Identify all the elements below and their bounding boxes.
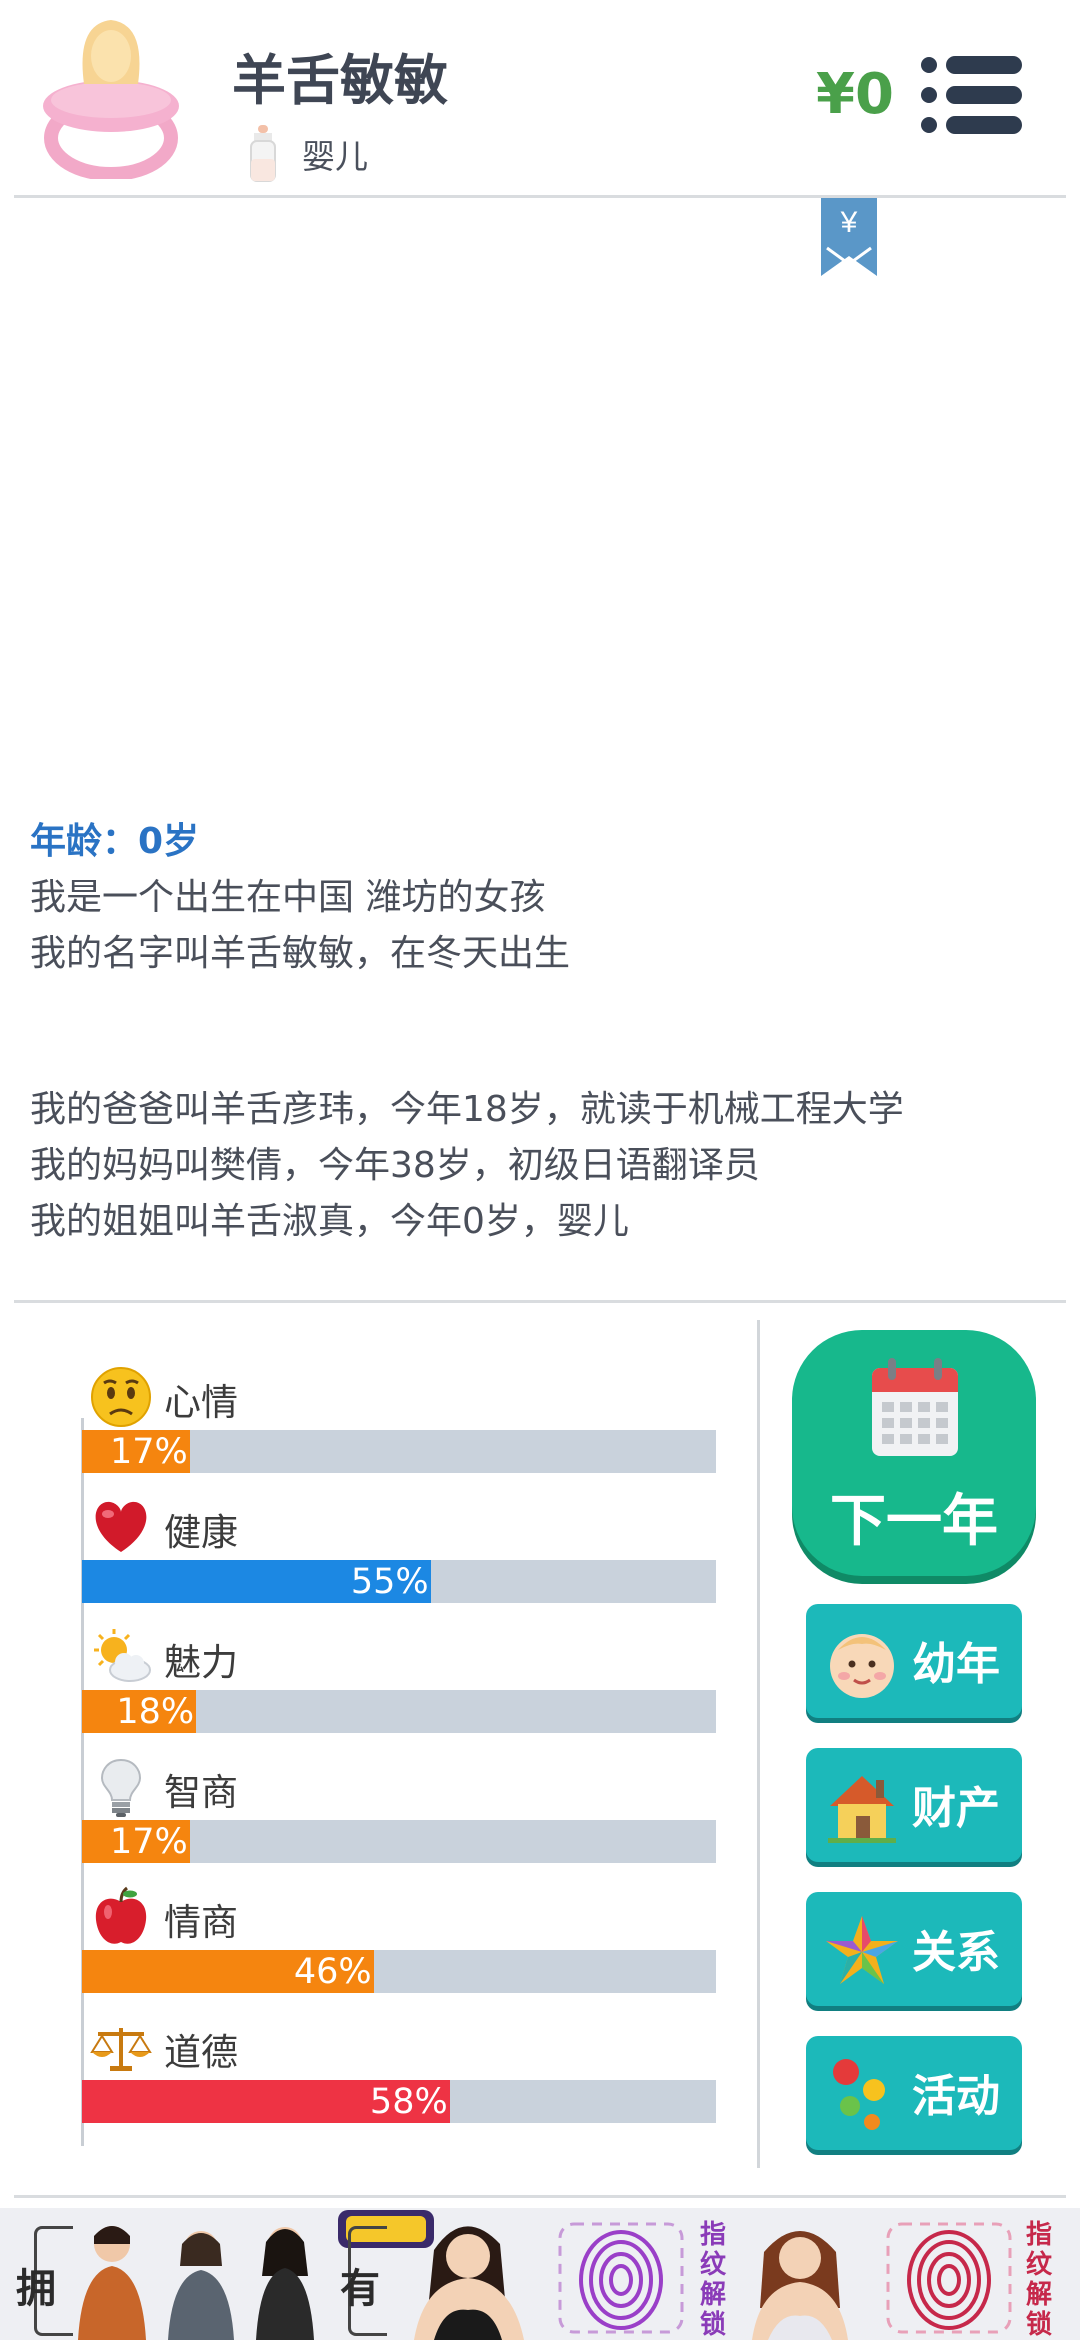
fingerprint-icon xyxy=(558,2222,684,2334)
money-bookmark-icon[interactable]: ¥ xyxy=(821,198,877,276)
sun-cloud-icon xyxy=(94,1629,151,1682)
stat-label: 道德 xyxy=(164,2031,238,2074)
stat-eq: 情商 46% xyxy=(82,1886,716,2016)
story-line: 我的名字叫羊舌敏敏，在冬天出生 xyxy=(30,933,571,974)
ribbon-symbol: ¥ xyxy=(840,206,858,239)
life-stage: 婴儿 xyxy=(246,124,368,184)
apple-icon xyxy=(95,1886,147,1944)
lightbulb-icon xyxy=(100,1758,142,1817)
ad-char-1: 拥 xyxy=(16,2266,56,2312)
stat-bar-fill: 58% xyxy=(82,2080,450,2123)
activities-label: 活动 xyxy=(912,2071,1000,2122)
scales-icon xyxy=(90,2028,152,2071)
next-year-button[interactable]: 下一年 xyxy=(792,1330,1036,1576)
life-stage-label: 婴儿 xyxy=(302,137,368,176)
ad-char-2: 有 xyxy=(340,2266,380,2312)
stat-percent: 58% xyxy=(369,2082,448,2122)
ad-figure-1 xyxy=(78,2226,146,2340)
ad-figure-2 xyxy=(168,2231,234,2340)
activities-button[interactable]: 活动 xyxy=(806,2036,1022,2150)
star-icon xyxy=(826,1916,898,1984)
stat-bar-track: 17% xyxy=(82,1430,716,1473)
stat-bar-fill: 55% xyxy=(82,1560,431,1603)
ad-figure-3 xyxy=(256,2227,314,2340)
dots-activity-icon xyxy=(833,2059,885,2130)
footer-divider xyxy=(14,2195,1066,2198)
stat-mood: 心情 17% xyxy=(82,1366,716,1496)
fingerprint-icon xyxy=(886,2222,1012,2334)
story-line: 我的爸爸叫羊舌彦玮，今年18岁，就读于机械工程大学 xyxy=(30,1089,904,1130)
character-name: 羊舌敏敏 xyxy=(232,49,448,112)
sad-face-icon xyxy=(91,1367,151,1427)
stat-percent: 55% xyxy=(350,1562,429,1602)
baby-bottle-icon xyxy=(250,125,276,182)
heart-icon xyxy=(95,1501,147,1552)
stat-bar-track: 17% xyxy=(82,1820,716,1863)
life-story: 年龄：0岁 我是一个出生在中国 潍坊的女孩 我的名字叫羊舌敏敏，在冬天出生 我的… xyxy=(30,814,1050,1250)
stat-bar-track: 55% xyxy=(82,1560,716,1603)
childhood-label: 幼年 xyxy=(912,1639,1000,1690)
stat-bar-fill: 17% xyxy=(82,1820,190,1863)
stat-label: 健康 xyxy=(164,1511,238,1554)
stat-percent: 17% xyxy=(109,1432,188,1472)
ad-fingerprint-text: 指纹解锁 xyxy=(700,2220,727,2340)
stat-morality: 道德 58% xyxy=(82,2016,716,2146)
stat-bar-fill: 46% xyxy=(82,1950,374,1993)
assets-button[interactable]: 财产 xyxy=(806,1748,1022,1862)
panel-divider xyxy=(757,1320,760,2168)
header-divider xyxy=(14,195,1066,198)
story-divider xyxy=(14,1300,1066,1303)
stat-bar-fill: 18% xyxy=(82,1690,197,1733)
stat-health: 健康 55% xyxy=(82,1496,716,1626)
stat-label: 情商 xyxy=(164,1901,238,1944)
pacifier-icon xyxy=(43,20,179,179)
stat-label: 心情 xyxy=(164,1381,238,1424)
stat-percent: 17% xyxy=(109,1822,188,1862)
money-display: ¥0 xyxy=(816,62,894,127)
stat-bar-fill: 17% xyxy=(82,1430,190,1473)
assets-label: 财产 xyxy=(912,1783,1000,1834)
ad-figure-5 xyxy=(752,2231,848,2340)
stat-charm: 魅力 18% xyxy=(82,1626,716,1756)
stat-bar-track: 18% xyxy=(82,1690,716,1733)
stat-label: 魅力 xyxy=(164,1641,238,1684)
header: 羊舌敏敏 婴儿 ¥0 xyxy=(0,0,1080,196)
baby-face-icon xyxy=(830,1634,894,1698)
relations-button[interactable]: 关系 xyxy=(806,1892,1022,2006)
story-line: 我的妈妈叫樊倩，今年38岁，初级日语翻译员 xyxy=(30,1145,760,1186)
stat-bar-track: 46% xyxy=(82,1950,716,1993)
stat-percent: 18% xyxy=(116,1692,195,1732)
story-line: 我是一个出生在中国 潍坊的女孩 xyxy=(30,877,546,918)
stat-label: 智商 xyxy=(164,1771,238,1814)
ad-banner[interactable]: 拥 有 指纹解锁 指纹解锁 xyxy=(0,2208,1080,2340)
calendar-icon xyxy=(872,1358,958,1456)
story-line: 我的姐姐叫羊舌淑真，今年0岁，婴儿 xyxy=(30,1201,629,1242)
ad-figure-4 xyxy=(414,2226,524,2340)
ad-fingerprint-text: 指纹解锁 xyxy=(1026,2220,1053,2340)
age-line: 年龄：0岁 xyxy=(30,821,200,862)
stats-panel: 心情 17% 健康 55% 魅力 18% 智商 17% 情商 46% 道德 58… xyxy=(0,1320,760,2155)
relations-label: 关系 xyxy=(912,1927,1000,1978)
house-icon xyxy=(828,1776,896,1843)
childhood-button[interactable]: 幼年 xyxy=(806,1604,1022,1718)
menu-button[interactable] xyxy=(920,54,1024,136)
stat-iq: 智商 17% xyxy=(82,1756,716,1886)
stat-bar-track: 58% xyxy=(82,2080,716,2123)
stat-percent: 46% xyxy=(293,1952,372,1992)
next-year-label: 下一年 xyxy=(830,1489,998,1554)
